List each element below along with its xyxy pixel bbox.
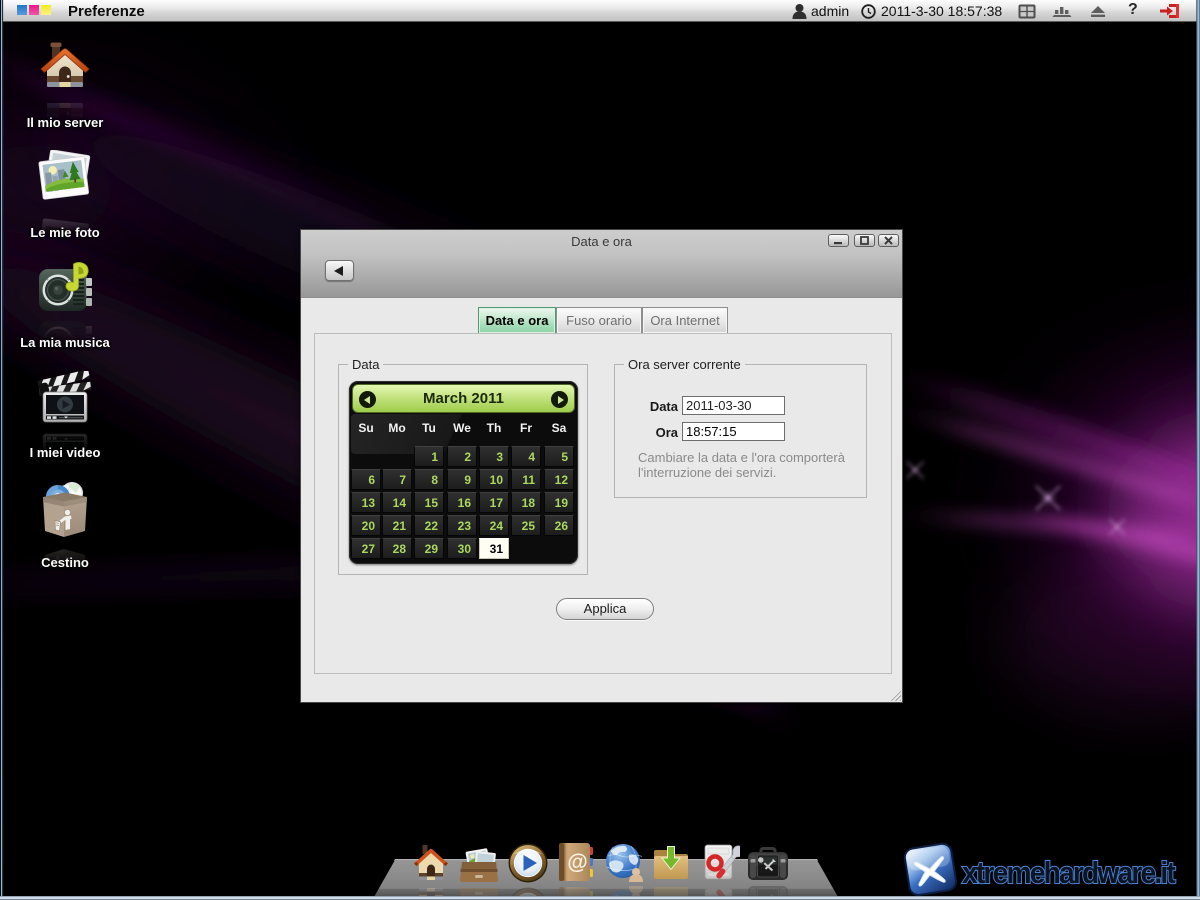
svg-text:xtremehardware.it: xtremehardware.it: [962, 855, 1176, 890]
svg-text:@: @: [567, 851, 587, 874]
